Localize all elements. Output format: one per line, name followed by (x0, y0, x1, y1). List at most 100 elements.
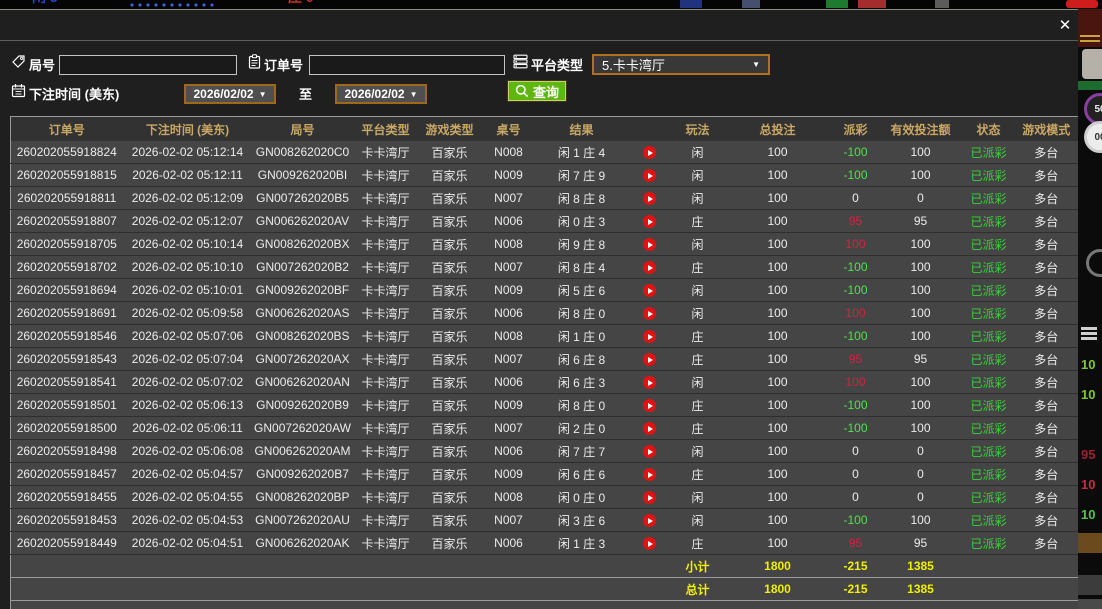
table-cell: 百家乐 (419, 463, 481, 486)
table-cell: 卡卡湾厅 (353, 486, 419, 509)
table-cell: 闲 (673, 279, 723, 302)
table-cell (627, 164, 673, 187)
replay-button[interactable] (643, 169, 656, 182)
table-cell: 2026-02-02 05:06:08 (123, 440, 253, 463)
table-row: 2602020559186942026-02-02 05:10:01GN0092… (11, 279, 1079, 302)
table-cell: 庄 (673, 417, 723, 440)
table-cell: 已派彩 (963, 463, 1015, 486)
table-cell (627, 555, 673, 578)
table-cell: 已派彩 (963, 417, 1015, 440)
table-cell: 多台 (1015, 302, 1079, 325)
replay-button[interactable] (643, 537, 656, 550)
replay-button[interactable] (643, 215, 656, 228)
date-to-value: 2026/02/02 (345, 87, 405, 101)
table-cell: 100 (723, 371, 833, 394)
close-icon[interactable]: ✕ (1056, 17, 1074, 35)
table-cell: 2026-02-02 05:12:09 (123, 187, 253, 210)
date-from-select[interactable]: 2026/02/02 ▼ (184, 84, 276, 104)
table-cell (627, 394, 673, 417)
table-cell: 百家乐 (419, 417, 481, 440)
table-cell: 多台 (1015, 532, 1079, 555)
replay-button[interactable] (643, 514, 656, 527)
table-cell: -100 (833, 164, 879, 187)
table-cell: -100 (833, 256, 879, 279)
replay-button[interactable] (643, 353, 656, 366)
table-cell: 卡卡湾厅 (353, 463, 419, 486)
background-game-right: 50 00 10 10 95 10 10 (1078, 9, 1102, 609)
table-cell: 闲 1 庄 0 (537, 325, 627, 348)
table-cell: 2026-02-02 05:06:13 (123, 394, 253, 417)
table-cell: N007 (481, 509, 537, 532)
table-cell (353, 555, 419, 578)
divider (0, 40, 1078, 41)
table-cell (627, 440, 673, 463)
table-cell: 百家乐 (419, 233, 481, 256)
search-button[interactable]: 查询 (508, 81, 566, 101)
replay-button[interactable] (643, 146, 656, 159)
replay-button[interactable] (643, 238, 656, 251)
table-cell: 100 (879, 371, 963, 394)
table-cell: 卡卡湾厅 (353, 141, 419, 164)
tag-icon (11, 54, 26, 69)
table-cell (123, 555, 253, 578)
replay-button[interactable] (643, 491, 656, 504)
table-cell: 多台 (1015, 440, 1079, 463)
replay-button[interactable] (643, 330, 656, 343)
date-from-value: 2026/02/02 (194, 87, 254, 101)
table-cell: GN009262020BI (253, 164, 353, 187)
table-cell (627, 233, 673, 256)
table-cell (963, 578, 1015, 601)
table-cell: 100 (723, 348, 833, 371)
table-cell: 多台 (1015, 210, 1079, 233)
table-cell: 闲 (673, 371, 723, 394)
table-cell: 100 (723, 164, 833, 187)
table-cell: 百家乐 (419, 302, 481, 325)
background-chevrons (1081, 327, 1097, 330)
table-cell: N006 (481, 302, 537, 325)
table-cell (627, 463, 673, 486)
date-to-select[interactable]: 2026/02/02 ▼ (335, 84, 427, 104)
table-cell: 闲 (673, 486, 723, 509)
table-cell: 百家乐 (419, 371, 481, 394)
screen: 闲 5 庄 0 50 00 10 10 95 10 10 ✕ (0, 0, 1102, 609)
table-cell (11, 601, 1079, 609)
table-cell (627, 486, 673, 509)
background-number: 10 (1081, 477, 1095, 492)
replay-button[interactable] (643, 445, 656, 458)
table-cell: 0 (833, 440, 879, 463)
table-cell: 1800 (723, 578, 833, 601)
replay-button[interactable] (643, 376, 656, 389)
order-no-input[interactable] (309, 55, 505, 75)
table-cell: 100 (723, 440, 833, 463)
table-cell: 多台 (1015, 256, 1079, 279)
replay-button[interactable] (643, 261, 656, 274)
table-cell: 卡卡湾厅 (353, 532, 419, 555)
table-cell (481, 555, 537, 578)
platform-type-select[interactable]: 5.卡卡湾厅 ▼ (592, 54, 770, 75)
table-cell: N006 (481, 210, 537, 233)
table-cell: 1385 (879, 578, 963, 601)
table-cell: 卡卡湾厅 (353, 440, 419, 463)
replay-button[interactable] (643, 399, 656, 412)
table-cell: 闲 (673, 509, 723, 532)
table-cell: 260202055918449 (11, 532, 123, 555)
table-cell: 100 (723, 302, 833, 325)
replay-button[interactable] (643, 307, 656, 320)
replay-button[interactable] (643, 468, 656, 481)
table-cell: 卡卡湾厅 (353, 210, 419, 233)
replay-button[interactable] (643, 422, 656, 435)
table-cell (963, 555, 1015, 578)
table-cell: 已派彩 (963, 256, 1015, 279)
table-cell: 百家乐 (419, 440, 481, 463)
round-no-input[interactable] (59, 55, 237, 75)
table-cell (253, 578, 353, 601)
table-cell: 260202055918455 (11, 486, 123, 509)
replay-button[interactable] (643, 192, 656, 205)
replay-button[interactable] (643, 284, 656, 297)
column-header: 游戏模式 (1015, 117, 1079, 142)
column-header (627, 117, 673, 142)
table-cell: 260202055918541 (11, 371, 123, 394)
table-cell: 闲 2 庄 0 (537, 417, 627, 440)
table-cell (419, 555, 481, 578)
table-cell: 260202055918807 (11, 210, 123, 233)
